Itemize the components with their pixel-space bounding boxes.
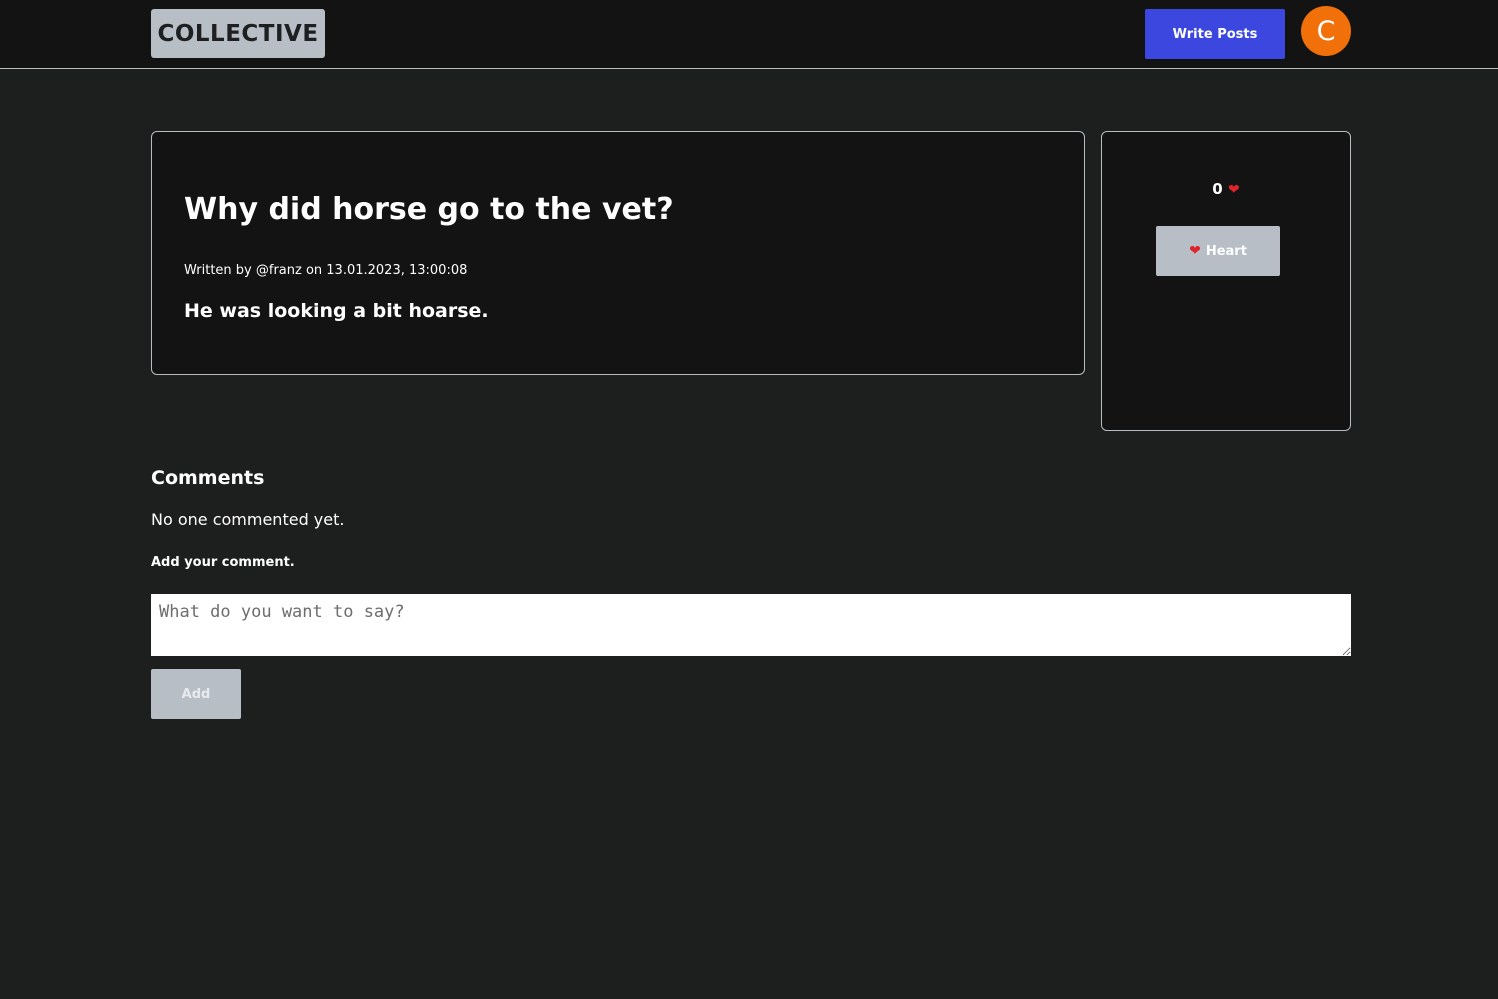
heart-icon: ❤: [1189, 243, 1201, 259]
heart-count-value: 0: [1212, 180, 1223, 198]
reactions-panel: 0 ❤ ❤ Heart: [1101, 131, 1351, 431]
post-body: He was looking a bit hoarse.: [184, 300, 489, 322]
comments-heading: Comments: [151, 467, 265, 489]
post-meta: Written by @franz on 13.01.2023, 13:00:0…: [184, 263, 468, 278]
top-navbar: COLLECTIVE Write Posts C: [0, 0, 1498, 69]
no-comments-message: No one commented yet.: [151, 510, 345, 529]
comment-input[interactable]: [151, 594, 1351, 656]
heart-button[interactable]: ❤ Heart: [1156, 226, 1280, 276]
write-posts-button[interactable]: Write Posts: [1145, 9, 1285, 59]
add-comment-button[interactable]: Add: [151, 669, 241, 719]
heart-icon: ❤: [1227, 182, 1240, 198]
post-card: Why did horse go to the vet? Written by …: [151, 131, 1085, 375]
site-logo[interactable]: COLLECTIVE: [151, 9, 325, 58]
post-title: Why did horse go to the vet?: [184, 192, 674, 227]
add-comment-label: Add your comment.: [151, 555, 295, 570]
user-avatar[interactable]: C: [1301, 6, 1351, 56]
heart-button-label: Heart: [1205, 243, 1247, 259]
heart-count: 0 ❤: [1102, 180, 1350, 198]
